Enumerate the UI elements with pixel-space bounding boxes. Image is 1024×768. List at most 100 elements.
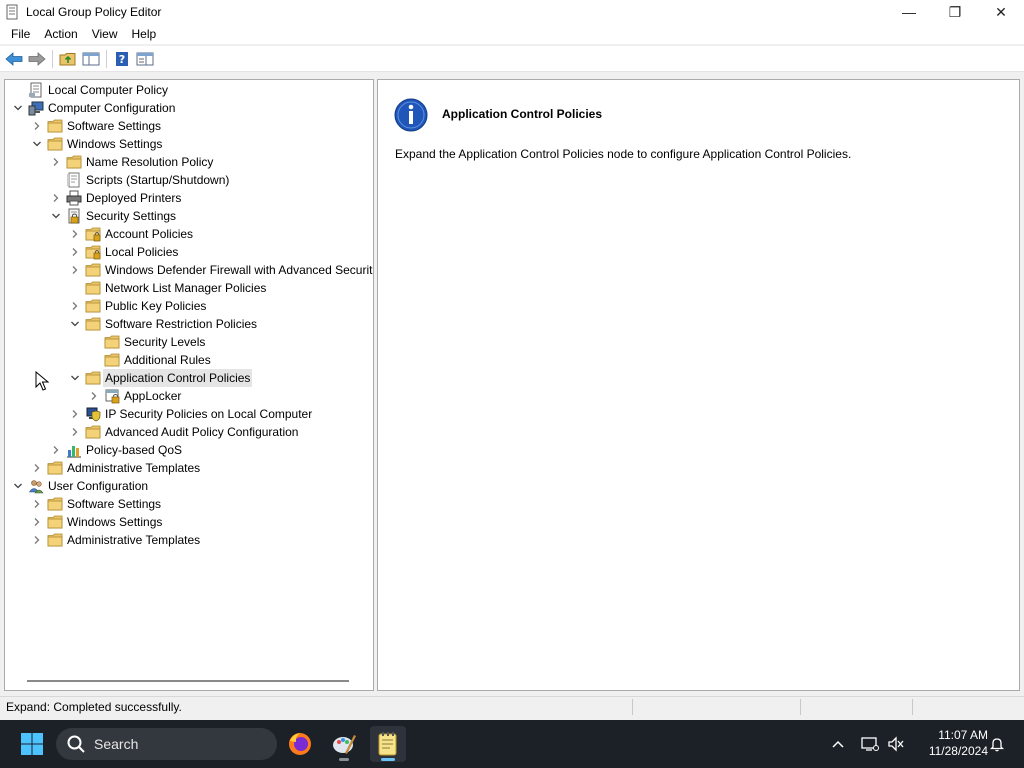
chevron-right-icon[interactable] xyxy=(69,228,81,240)
chevron-right-icon[interactable] xyxy=(31,120,43,132)
folder-icon xyxy=(47,533,63,547)
show-hide-tree-icon xyxy=(82,52,100,65)
tree-node[interactable]: Software Settings xyxy=(5,495,373,513)
tree-node[interactable]: Windows Settings xyxy=(5,513,373,531)
folder-icon xyxy=(85,371,101,385)
properties-button[interactable] xyxy=(135,49,155,69)
tree-node[interactable]: Windows Defender Firewall with Advanced … xyxy=(5,261,373,279)
horizontal-scrollbar[interactable] xyxy=(27,680,349,682)
volume-tray-button[interactable] xyxy=(884,732,908,756)
tree-node[interactable]: Local Computer Policy xyxy=(5,81,373,99)
chevron-right-icon[interactable] xyxy=(69,264,81,276)
policy-editor-icon xyxy=(6,4,18,20)
tree-node-label: User Configuration xyxy=(48,479,149,493)
tree-node-label: Windows Defender Firewall with Advanced … xyxy=(105,263,373,277)
chevron-right-icon[interactable] xyxy=(31,516,43,528)
maximize-button[interactable]: ❐ xyxy=(932,0,978,24)
tree-node[interactable]: Administrative Templates xyxy=(5,531,373,549)
chevron-right-icon[interactable] xyxy=(88,390,100,402)
tree-node[interactable]: Public Key Policies xyxy=(5,297,373,315)
console-content: Local Computer Policy Computer Configurat… xyxy=(0,76,1024,694)
chevron-right-icon[interactable] xyxy=(50,156,62,168)
tree-node[interactable]: Software Restriction Policies xyxy=(5,315,373,333)
tree-node[interactable]: IP Security Policies on Local Computer xyxy=(5,405,373,423)
system-clock[interactable]: 11:07 AM 11/28/2024 xyxy=(912,727,988,759)
taskbar-app-notepad[interactable] xyxy=(370,726,406,762)
menu-view[interactable]: View xyxy=(85,24,125,44)
chevron-down-icon[interactable] xyxy=(69,372,81,384)
chevron-right-icon[interactable] xyxy=(69,300,81,312)
network-tray-button[interactable] xyxy=(858,732,882,756)
menu-action[interactable]: Action xyxy=(37,24,84,44)
tree-node-label: Software Settings xyxy=(67,119,162,133)
tree-node[interactable]: Network List Manager Policies xyxy=(5,279,373,297)
up-one-level-button[interactable] xyxy=(58,49,78,69)
tree-node[interactable]: Software Settings xyxy=(5,117,373,135)
tree-node[interactable]: Computer Configuration xyxy=(5,99,373,117)
locked-folder-icon xyxy=(85,227,101,242)
folder-icon xyxy=(47,461,63,475)
tree-node-label: Administrative Templates xyxy=(67,461,201,475)
info-icon xyxy=(394,98,428,132)
menu-help[interactable]: Help xyxy=(125,24,164,44)
tree-node[interactable]: AppLocker xyxy=(5,387,373,405)
taskbar-app-firefox[interactable] xyxy=(282,726,318,762)
printer-icon xyxy=(66,190,82,206)
tree-node-label: Security Levels xyxy=(124,335,206,349)
show-hidden-icons-button[interactable] xyxy=(826,732,850,756)
chevron-right-icon[interactable] xyxy=(31,498,43,510)
chevron-down-icon[interactable] xyxy=(12,102,24,114)
tree-node-label: Deployed Printers xyxy=(86,191,182,205)
tree-node[interactable]: User Configuration xyxy=(5,477,373,495)
tree-node[interactable]: Local Policies xyxy=(5,243,373,261)
notification-bell-icon xyxy=(989,738,1005,752)
show-hide-tree-button[interactable] xyxy=(81,49,101,69)
taskbar-app-paint[interactable] xyxy=(326,726,362,762)
tree-node-label: Network List Manager Policies xyxy=(105,281,267,295)
help-button[interactable]: ? xyxy=(112,49,132,69)
chevron-right-icon[interactable] xyxy=(31,534,43,546)
tree-node-label: Windows Settings xyxy=(67,137,163,151)
menu-file[interactable]: File xyxy=(0,24,37,44)
windows-start-icon[interactable] xyxy=(20,732,44,756)
chevron-right-icon[interactable] xyxy=(69,426,81,438)
chevron-down-icon[interactable] xyxy=(69,318,81,330)
taskbar-search-box[interactable]: Search xyxy=(56,728,277,760)
chevron-right-icon[interactable] xyxy=(69,246,81,258)
search-icon xyxy=(67,735,85,753)
forward-button[interactable] xyxy=(27,49,47,69)
chevron-down-icon[interactable] xyxy=(31,138,43,150)
tree-node[interactable]: Name Resolution Policy xyxy=(5,153,373,171)
tree-node[interactable]: Administrative Templates xyxy=(5,459,373,477)
tree-node[interactable]: Advanced Audit Policy Configuration xyxy=(5,423,373,441)
tree-node[interactable]: Windows Settings xyxy=(5,135,373,153)
tree-node-label: Account Policies xyxy=(105,227,194,241)
tree-node[interactable]: Scripts (Startup/Shutdown) xyxy=(5,171,373,189)
chevron-right-icon[interactable] xyxy=(50,192,62,204)
tree-node[interactable]: Application Control Policies xyxy=(5,369,373,387)
tree-node[interactable]: Policy-based QoS xyxy=(5,441,373,459)
folder-icon xyxy=(66,155,82,169)
chevron-right-icon[interactable] xyxy=(69,408,81,420)
tree-node[interactable]: Security Levels xyxy=(5,333,373,351)
back-button[interactable] xyxy=(4,49,24,69)
back-arrow-icon xyxy=(5,51,23,66)
computer-icon xyxy=(28,101,44,116)
chevron-right-icon[interactable] xyxy=(50,444,62,456)
tree-pane[interactable]: Local Computer Policy Computer Configurat… xyxy=(4,79,374,691)
tree-node[interactable]: Additional Rules xyxy=(5,351,373,369)
details-description: Expand the Application Control Policies … xyxy=(395,147,852,161)
close-button[interactable]: ✕ xyxy=(978,0,1024,24)
notifications-button[interactable] xyxy=(985,732,1009,756)
tree-node[interactable]: Deployed Printers xyxy=(5,189,373,207)
users-icon xyxy=(28,480,44,494)
chevron-right-icon[interactable] xyxy=(31,462,43,474)
taskbar: Search 11:07 AM 11/28/2024 xyxy=(0,720,1024,768)
locked-folder-icon xyxy=(85,245,101,260)
tree-node[interactable]: Security Settings xyxy=(5,207,373,225)
chevron-down-icon[interactable] xyxy=(12,480,24,492)
chevron-down-icon[interactable] xyxy=(50,210,62,222)
tree-node[interactable]: Account Policies xyxy=(5,225,373,243)
tree-node-label: Computer Configuration xyxy=(48,101,176,115)
minimize-button[interactable]: — xyxy=(886,0,932,24)
